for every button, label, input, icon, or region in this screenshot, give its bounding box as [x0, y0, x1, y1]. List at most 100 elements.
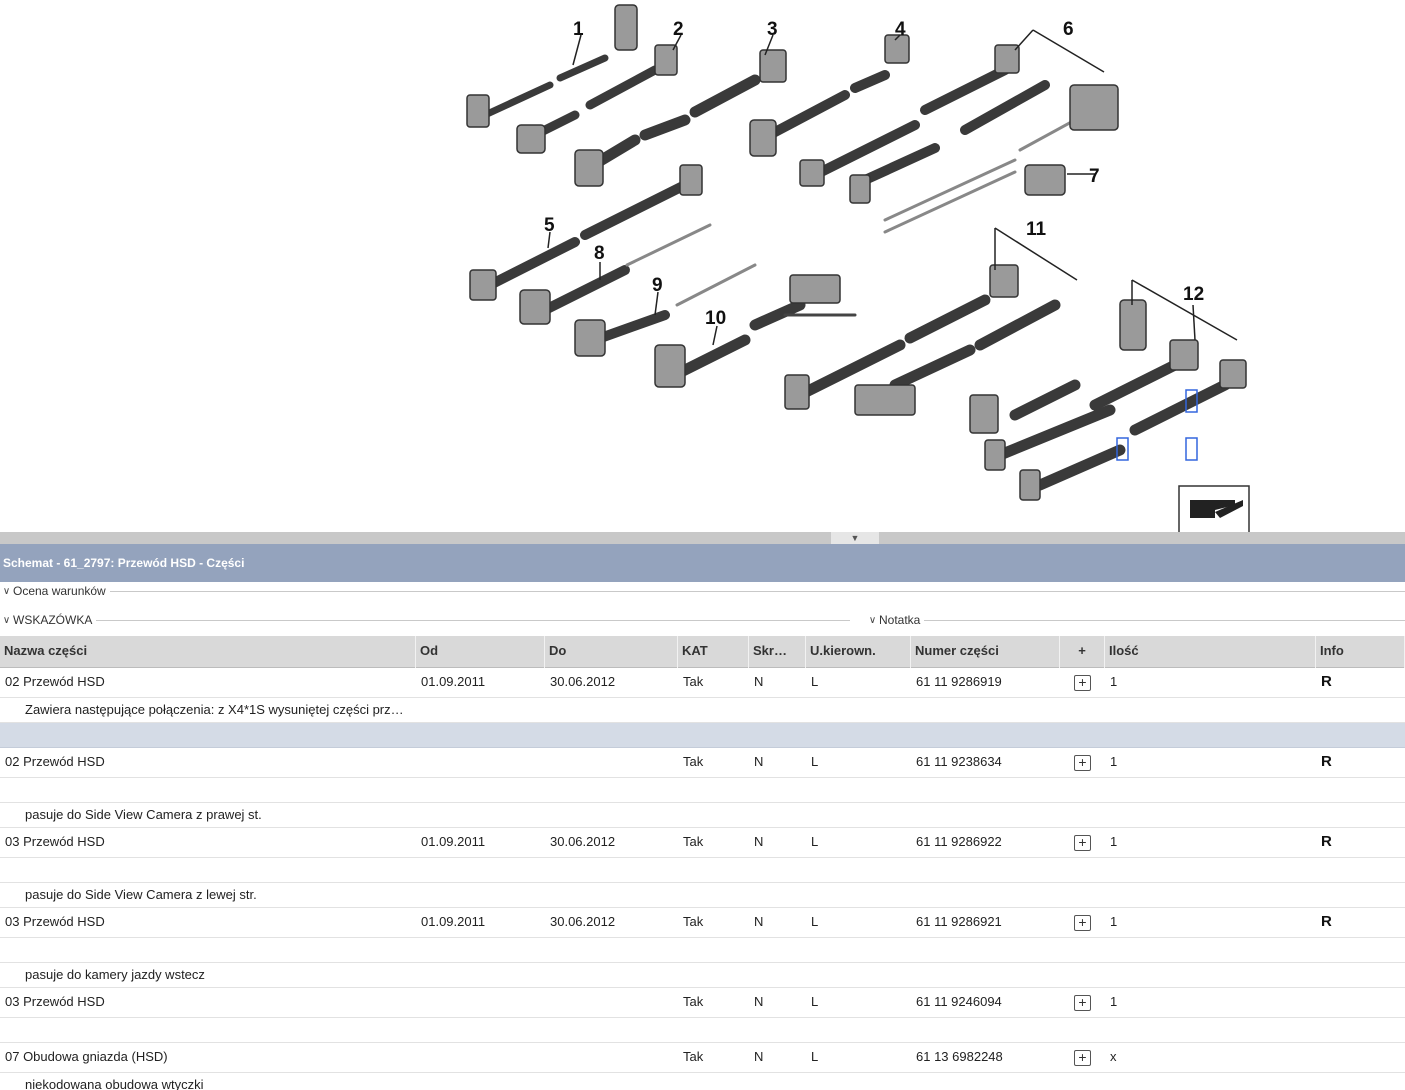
- quantity: 1: [1110, 833, 1118, 849]
- column-header-kat[interactable]: KAT: [678, 636, 749, 668]
- date-to: 30.06.2012: [550, 833, 616, 849]
- column-header-name[interactable]: Nazwa części: [0, 636, 416, 668]
- table-row[interactable]: 03 Przewód HSD 01.09.2011 30.06.2012 Tak…: [0, 828, 1405, 858]
- part-number: 61 11 9286919: [916, 673, 1002, 689]
- chevron-down-icon: ∨: [868, 614, 877, 626]
- date-from: 01.09.2011: [421, 673, 486, 689]
- add-to-cart-button[interactable]: +: [1074, 674, 1091, 691]
- column-header-add[interactable]: +: [1060, 636, 1105, 668]
- hotspot-marker[interactable]: [1185, 437, 1198, 461]
- navigate-back-icon[interactable]: [1178, 485, 1250, 532]
- callout-label: 1: [573, 19, 584, 40]
- date-from: [416, 988, 545, 1018]
- part-note: niekodowana obudowa wtyczki: [25, 1077, 204, 1090]
- column-header-to[interactable]: Do: [545, 636, 678, 668]
- table-row[interactable]: 02 Przewód HSD Tak N L 61 11 9238634 + 1…: [0, 748, 1405, 778]
- add-to-cart-button[interactable]: +: [1074, 754, 1091, 771]
- callout-label: 8: [594, 243, 605, 264]
- skr-value: N: [754, 1048, 764, 1064]
- column-header-part-number[interactable]: Numer części: [911, 636, 1060, 668]
- note-section-toggle[interactable]: ∨ Notatka: [866, 611, 1405, 629]
- add-to-cart-button[interactable]: +: [1074, 834, 1091, 851]
- callout-label: 2: [673, 19, 684, 40]
- conditions-label: Ocena warunków: [13, 584, 106, 598]
- info-badge[interactable]: [1316, 1043, 1405, 1073]
- table-row[interactable]: 03 Przewód HSD 01.09.2011 30.06.2012 Tak…: [0, 908, 1405, 938]
- part-number: 61 13 6982248: [916, 1048, 1003, 1064]
- kat-value: Tak: [683, 833, 704, 849]
- part-name: 03 Przewód HSD: [5, 833, 105, 849]
- skr-value: N: [754, 993, 764, 1009]
- kat-value: Tak: [683, 993, 704, 1009]
- chevron-down-icon: ∨: [2, 614, 11, 626]
- part-note: pasuje do Side View Camera z prawej st.: [0, 803, 1405, 828]
- table-header: Nazwa części Od Do KAT Skr… U.kierown. N…: [0, 636, 1405, 668]
- panel-splitter[interactable]: ▼: [0, 532, 1405, 544]
- add-to-cart-button[interactable]: +: [1074, 1049, 1091, 1066]
- part-name: 02 Przewód HSD: [5, 753, 105, 769]
- spacer-row: [0, 858, 1405, 883]
- kat-value: Tak: [683, 673, 704, 689]
- skr-value: N: [754, 833, 764, 849]
- cable-diagram-image: 1 2 3 4 5 6 7 8 9 10 11 12: [466, 4, 1250, 532]
- steering-value: L: [811, 673, 819, 689]
- spacer-row: [0, 778, 1405, 803]
- column-header-skr[interactable]: Skr…: [749, 636, 806, 668]
- kat-value: Tak: [683, 1048, 704, 1064]
- divider: [96, 619, 850, 621]
- column-header-from[interactable]: Od: [416, 636, 545, 668]
- add-to-cart-button[interactable]: +: [1074, 994, 1091, 1011]
- add-to-cart-button[interactable]: +: [1074, 914, 1091, 931]
- part-number: 61 11 9286921: [916, 913, 1002, 929]
- table-row[interactable]: 02 Przewód HSD 01.09.2011 30.06.2012 Tak…: [0, 668, 1405, 698]
- date-to: [545, 748, 678, 778]
- info-badge[interactable]: R: [1316, 668, 1405, 698]
- steering-value: L: [811, 913, 819, 929]
- column-header-steering[interactable]: U.kierown.: [806, 636, 911, 668]
- parts-table: Nazwa części Od Do KAT Skr… U.kierown. N…: [0, 636, 1405, 1090]
- info-badge[interactable]: [1316, 988, 1405, 1018]
- callout-label: 11: [1026, 219, 1047, 240]
- info-badge[interactable]: R: [1316, 748, 1405, 778]
- column-header-info[interactable]: Info: [1316, 636, 1405, 668]
- table-row[interactable]: 07 Obudowa gniazda (HSD) Tak N L 61 13 6…: [0, 1043, 1405, 1073]
- parts-diagram: 1 2 3 4 5 6 7 8 9 10 11 12: [0, 0, 1405, 532]
- splitter-handle[interactable]: ▼: [831, 532, 879, 544]
- callout-label: 3: [767, 19, 778, 40]
- quantity: x: [1110, 1048, 1117, 1064]
- info-badge[interactable]: R: [1316, 908, 1405, 938]
- part-name: 03 Przewód HSD: [5, 993, 105, 1009]
- date-to: 30.06.2012: [550, 673, 616, 689]
- date-to: 30.06.2012: [550, 913, 616, 929]
- skr-value: N: [754, 673, 764, 689]
- date-from: 01.09.2011: [421, 833, 486, 849]
- conditions-section-toggle[interactable]: ∨ Ocena warunków: [0, 582, 1405, 600]
- part-note: pasuje do kamery jazdy wstecz: [0, 963, 1405, 988]
- part-number: 61 11 9238634: [916, 753, 1002, 769]
- quantity: 1: [1110, 913, 1118, 929]
- hint-section-toggle[interactable]: ∨ WSKAZÓWKA: [0, 611, 850, 629]
- part-number: 61 11 9246094: [916, 993, 1002, 1009]
- table-row[interactable]: 03 Przewód HSD Tak N L 61 11 9246094 + 1: [0, 988, 1405, 1018]
- part-name: 07 Obudowa gniazda (HSD): [5, 1048, 168, 1064]
- steering-value: L: [811, 993, 819, 1009]
- steering-value: L: [811, 753, 819, 769]
- date-from: 01.09.2011: [421, 913, 486, 929]
- kat-value: Tak: [683, 753, 704, 769]
- hint-label: WSKAZÓWKA: [13, 613, 93, 627]
- part-note: pasuje do Side View Camera z lewej str.: [0, 883, 1405, 908]
- part-name: 03 Przewód HSD: [5, 913, 105, 929]
- callout-label: 6: [1063, 19, 1074, 40]
- column-header-quantity[interactable]: Ilość: [1105, 636, 1316, 668]
- steering-value: L: [811, 1048, 819, 1064]
- callout-label: 4: [895, 19, 906, 40]
- divider: [109, 590, 1405, 592]
- kat-value: Tak: [683, 913, 704, 929]
- skr-value: N: [754, 753, 764, 769]
- info-badge[interactable]: R: [1316, 828, 1405, 858]
- steering-value: L: [811, 833, 819, 849]
- date-from: [416, 1043, 545, 1073]
- date-to: [545, 1043, 678, 1073]
- chevron-down-icon: ▼: [850, 533, 860, 543]
- callout-label: 7: [1089, 166, 1100, 187]
